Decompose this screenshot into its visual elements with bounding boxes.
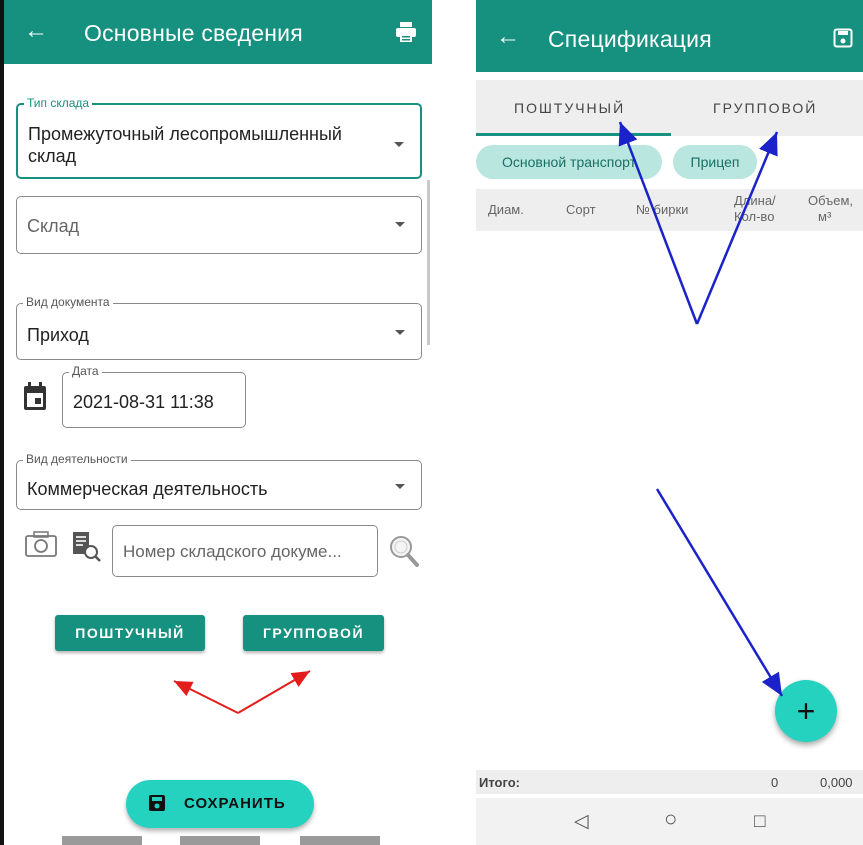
nav-bar-segment	[180, 836, 260, 845]
system-nav-bar: ◁ ○ □	[476, 798, 863, 845]
document-search-icon[interactable]	[71, 530, 103, 564]
search-icon[interactable]	[388, 534, 420, 568]
nav-recent-icon[interactable]: □	[754, 812, 765, 832]
nav-bar-segment	[62, 836, 142, 845]
date-label: Дата	[69, 364, 102, 378]
activity-type-value: Коммерческая деятельность	[27, 479, 268, 499]
printer-icon[interactable]	[394, 20, 418, 44]
column-header: Сорт	[566, 202, 596, 217]
calendar-icon[interactable]	[22, 381, 48, 411]
table-header: Диам. Сорт № бирки Длина/ Кол-во Объем, …	[476, 189, 863, 231]
save-button-label: СОХРАНИТЬ	[184, 795, 286, 812]
nav-back-icon[interactable]: ◁	[574, 812, 589, 832]
nav-home-icon[interactable]: ○	[664, 808, 677, 830]
document-number-input[interactable]: Номер складского докуме...	[112, 525, 378, 577]
nav-bar-segment	[300, 836, 380, 845]
add-button[interactable]: +	[775, 680, 837, 742]
active-tab-indicator	[476, 133, 671, 136]
column-header: Длина/	[734, 193, 776, 208]
document-type-select[interactable]: Вид документа Приход	[16, 295, 422, 360]
document-type-label: Вид документа	[23, 295, 113, 309]
totals-count: 0	[771, 775, 779, 790]
tab-group[interactable]: ГРУППОВОЙ	[713, 100, 817, 116]
chevron-down-icon	[395, 330, 405, 335]
column-header: Диам.	[488, 202, 524, 217]
chevron-down-icon	[395, 222, 405, 227]
app-bar: ← Спецификация	[476, 0, 863, 72]
back-arrow-icon[interactable]: ←	[24, 16, 48, 46]
warehouse-placeholder: Склад	[27, 216, 80, 236]
activity-type-label: Вид деятельности	[23, 452, 131, 466]
totals-row: Итого: 0 0,000	[476, 770, 863, 794]
right-screen: ← Спецификация ПОШТУЧНЫЙ ГРУППОВОЙ Основ…	[467, 0, 863, 845]
scrollbar[interactable]	[427, 180, 430, 345]
save-button[interactable]: СОХРАНИТЬ	[126, 780, 314, 828]
left-screen: ← Основные сведения Тип склада Промежуто…	[0, 0, 432, 845]
totals-label: Итого:	[479, 775, 520, 790]
chevron-down-icon	[395, 484, 405, 489]
warehouse-type-select[interactable]: Тип склада Промежуточный лесопромышленны…	[16, 96, 422, 179]
warehouse-type-label: Тип склада	[24, 96, 93, 110]
document-type-value: Приход	[27, 325, 89, 345]
column-header: Объем,	[808, 193, 854, 208]
piece-button[interactable]: ПОШТУЧНЫЙ	[55, 615, 205, 651]
warehouse-select[interactable]: Склад	[16, 196, 422, 254]
camera-icon[interactable]	[24, 530, 58, 558]
tab-piece[interactable]: ПОШТУЧНЫЙ	[514, 100, 625, 116]
column-header-sub: м³	[818, 209, 832, 224]
date-field[interactable]: Дата 2021-08-31 11:38	[62, 364, 246, 428]
column-header: № бирки	[636, 202, 689, 217]
warehouse-type-value-line2: склад	[28, 146, 77, 166]
date-value: 2021-08-31 11:38	[73, 392, 214, 412]
tab-bar: ПОШТУЧНЫЙ ГРУППОВОЙ	[476, 80, 863, 136]
page-title: Спецификация	[548, 26, 712, 52]
app-bar: ← Основные сведения	[4, 0, 432, 64]
back-arrow-icon[interactable]: ←	[496, 22, 520, 52]
chip-trailer[interactable]: Прицеп	[673, 145, 757, 179]
chip-main-transport[interactable]: Основной транспорт	[476, 145, 662, 179]
screen-border	[0, 0, 4, 845]
group-button[interactable]: ГРУППОВОЙ	[243, 615, 384, 651]
warehouse-type-value-line1: Промежуточный лесопромышленный	[28, 124, 342, 144]
floppy-disk-icon[interactable]	[833, 28, 853, 48]
page-title: Основные сведения	[84, 20, 303, 46]
totals-volume: 0,000	[820, 775, 853, 790]
floppy-disk-icon	[149, 795, 165, 811]
column-header-sub: Кол-во	[734, 209, 775, 224]
activity-type-select[interactable]: Вид деятельности Коммерческая деятельнос…	[16, 452, 422, 510]
document-number-placeholder: Номер складского докуме...	[123, 542, 342, 561]
chevron-down-icon	[394, 142, 404, 147]
